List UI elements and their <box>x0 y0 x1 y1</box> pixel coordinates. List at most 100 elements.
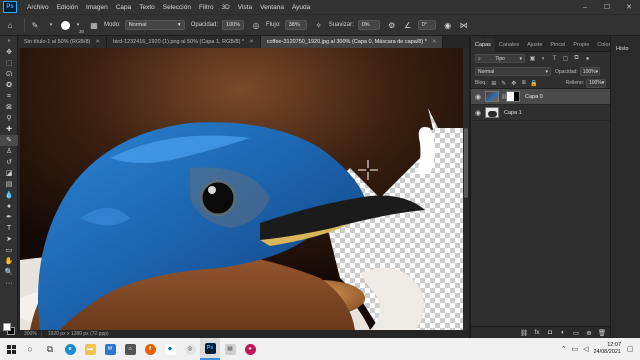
eraser-tool-icon[interactable]: ◪ <box>0 168 18 179</box>
quick-select-tool-icon[interactable]: ✪ <box>0 80 18 91</box>
menu-vista[interactable]: Vista <box>238 4 252 11</box>
visibility-eye-icon[interactable]: ◉ <box>474 109 482 117</box>
smoothing-field[interactable]: 0% <box>357 20 380 30</box>
color-swatches[interactable] <box>3 323 17 337</box>
airbrush-icon[interactable]: ✧ <box>313 19 325 31</box>
layer-mask-thumbnail[interactable] <box>506 91 520 102</box>
media-app-icon[interactable]: ● <box>240 338 260 360</box>
pressure-opacity-icon[interactable]: ◎ <box>250 19 262 31</box>
add-mask-icon[interactable]: ◘ <box>545 328 555 338</box>
lock-image-icon[interactable]: ✎ <box>500 79 508 87</box>
chevron-up-icon[interactable]: ⌃ <box>561 345 567 353</box>
file-explorer-icon[interactable]: ▬ <box>80 338 100 360</box>
flow-field[interactable]: 38% <box>284 20 307 30</box>
close-icon[interactable]: ✕ <box>432 39 437 45</box>
lock-position-icon[interactable]: ✥ <box>510 79 518 87</box>
layer-opacity-field[interactable]: 100% ▾ <box>579 67 600 76</box>
brush-settings-icon[interactable]: ▦ <box>88 19 100 31</box>
notes-app-icon[interactable]: ▤ <box>220 338 240 360</box>
brush-preset-picker[interactable] <box>61 20 70 30</box>
scroll-thumb[interactable] <box>464 128 468 198</box>
filter-smart-object-icon[interactable]: ⧉ <box>573 55 580 62</box>
link-layers-icon[interactable]: ⛓ <box>519 328 529 338</box>
fill-field[interactable]: 100% ▾ <box>586 78 606 88</box>
angle-field[interactable]: 0° <box>417 20 436 30</box>
smoothing-settings-icon[interactable]: ⚙ <box>386 19 398 31</box>
layer-row-capa-0[interactable]: ◉ ⛓ Capa 0 <box>471 89 610 105</box>
home-icon[interactable]: ⌂ <box>4 19 16 31</box>
firefox-icon[interactable]: f <box>140 338 160 360</box>
menu-ventana[interactable]: Ventana <box>260 4 284 11</box>
notifications-icon[interactable]: ▢ <box>627 345 637 353</box>
shape-tool-icon[interactable]: ▭ <box>0 245 18 256</box>
menu-ayuda[interactable]: Ayuda <box>292 4 310 11</box>
history-brush-tool-icon[interactable]: ↺ <box>0 157 18 168</box>
zoom-level[interactable]: 300% <box>20 331 42 337</box>
store-icon[interactable]: ⌂ <box>120 338 140 360</box>
pressure-size-icon[interactable]: ◉ <box>442 19 454 31</box>
search-icon[interactable]: ○ <box>20 338 40 360</box>
healing-brush-tool-icon[interactable]: ✚ <box>0 124 18 135</box>
lock-transparency-icon[interactable]: ⊞ <box>490 79 498 87</box>
tab-pincel[interactable]: Pincel <box>546 38 569 52</box>
task-view-icon[interactable]: ⧉ <box>40 338 60 360</box>
visibility-eye-icon[interactable]: ◉ <box>474 93 482 101</box>
tab-capas[interactable]: Capas <box>471 37 495 52</box>
filter-shape-icon[interactable]: ▢ <box>562 55 569 62</box>
photoshop-taskbar-icon[interactable]: Ps <box>200 338 220 360</box>
hand-tool-icon[interactable]: ✋ <box>0 256 18 267</box>
adjustment-layer-icon[interactable]: ◐ <box>558 328 568 338</box>
brush-tool-icon[interactable]: ✎ <box>29 19 41 31</box>
layer-style-icon[interactable]: fx <box>532 328 542 338</box>
lasso-tool-icon[interactable]: ᘏ <box>0 69 18 80</box>
opacity-field[interactable]: 100% <box>222 20 245 30</box>
path-selection-tool-icon[interactable]: ➤ <box>0 234 18 245</box>
dropbox-icon[interactable]: ◆ <box>160 338 180 360</box>
menu-seleccion[interactable]: Selección <box>163 4 191 11</box>
eyedropper-tool-icon[interactable]: ⚲ <box>0 113 18 124</box>
blend-mode-select[interactable]: Normal ▾ <box>475 67 551 76</box>
chevron-down-icon[interactable]: ▾ <box>45 19 57 31</box>
chrome-icon[interactable]: ◎ <box>180 338 200 360</box>
collapse-icon[interactable]: » <box>0 36 18 47</box>
more-tools-icon[interactable]: ··· <box>0 278 18 289</box>
network-icon[interactable]: ▭ <box>571 345 578 353</box>
close-button[interactable]: ✕ <box>618 0 640 14</box>
volume-icon[interactable]: ◁ <box>583 345 588 353</box>
type-tool-icon[interactable]: T <box>0 223 18 234</box>
document-info[interactable]: 1920 px x 1280 px (72 ppp) <box>42 331 109 337</box>
lock-all-icon[interactable]: 🔒 <box>530 79 538 87</box>
maximize-button[interactable]: ☐ <box>596 0 618 14</box>
filter-type-icon[interactable]: T <box>551 55 558 62</box>
menu-archivo[interactable]: Archivo <box>27 4 49 11</box>
close-icon[interactable]: ✕ <box>249 39 254 45</box>
clone-stamp-tool-icon[interactable]: ♙ <box>0 146 18 157</box>
foreground-color-swatch[interactable] <box>3 323 11 331</box>
marquee-tool-icon[interactable]: ⬚ <box>0 58 18 69</box>
filter-pixel-icon[interactable]: ▣ <box>529 55 536 62</box>
close-icon[interactable]: ✕ <box>95 39 100 45</box>
crop-tool-icon[interactable]: ⌗ <box>0 91 18 102</box>
zoom-tool-icon[interactable]: 🔍 <box>0 267 18 278</box>
symmetry-icon[interactable]: ⋈ <box>458 19 470 31</box>
new-group-icon[interactable]: ▭ <box>571 328 581 338</box>
blur-tool-icon[interactable]: 💧 <box>0 190 18 201</box>
start-button[interactable] <box>2 338 20 360</box>
minimize-button[interactable]: – <box>574 0 596 14</box>
tab-canales[interactable]: Canales <box>495 38 523 52</box>
tab-propiedades[interactable]: Propie <box>569 38 593 52</box>
tab-bird[interactable]: bird-1232416_1920 (1).png al 50% (Capa 1… <box>106 36 261 48</box>
document-canvas[interactable] <box>20 48 463 330</box>
mode-select[interactable]: Normal ▾ <box>124 20 185 30</box>
move-tool-icon[interactable]: ✥ <box>0 47 18 58</box>
filter-toggle-icon[interactable]: ● <box>584 55 591 62</box>
gradient-tool-icon[interactable]: ▤ <box>0 179 18 190</box>
brush-tool-icon[interactable]: ✎ <box>0 135 18 146</box>
tab-coffee[interactable]: coffee-3120750_1920.jpg al 300% (Capa 0,… <box>260 36 444 48</box>
layer-row-capa-1[interactable]: ◉ Capa 1 <box>471 105 610 121</box>
frame-tool-icon[interactable]: ⊠ <box>0 102 18 113</box>
edge-icon[interactable]: e <box>60 338 80 360</box>
pen-tool-icon[interactable]: ✒ <box>0 212 18 223</box>
histogram-title[interactable]: Histo <box>611 36 640 52</box>
filter-adjustment-icon[interactable]: ◐ <box>540 55 547 62</box>
